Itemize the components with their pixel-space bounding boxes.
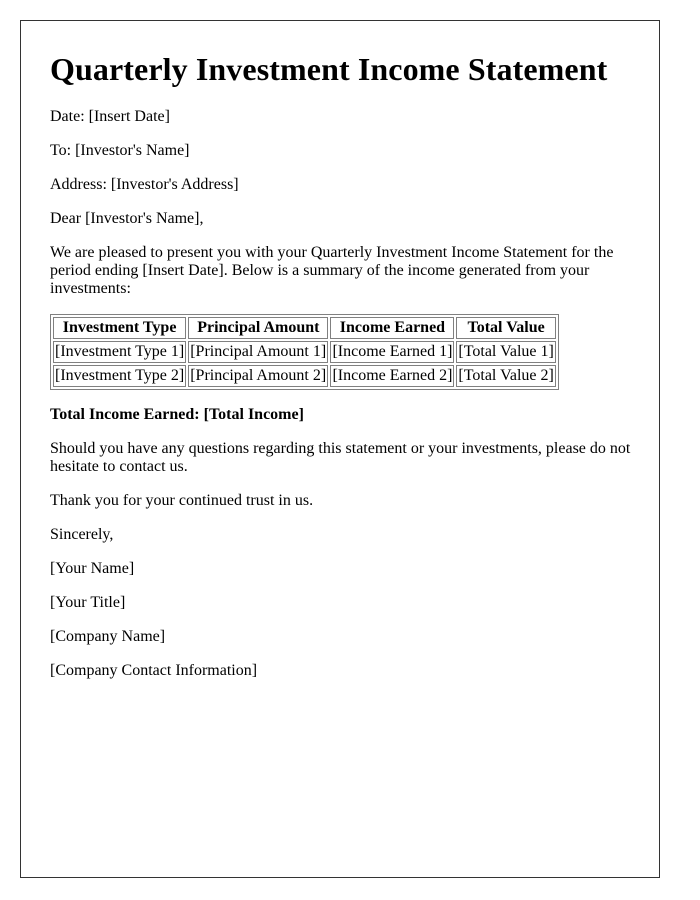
total-income-line: Total Income Earned: [Total Income] bbox=[50, 406, 304, 423]
column-header-total-value: Total Value bbox=[456, 317, 556, 339]
cell-total-value: [Total Value 2] bbox=[456, 365, 556, 387]
column-header-principal-amount: Principal Amount bbox=[188, 317, 329, 339]
letter-content: Quarterly Investment Income Statement Da… bbox=[50, 21, 639, 680]
cell-principal-amount: [Principal Amount 2] bbox=[188, 365, 329, 387]
closing: Sincerely, bbox=[50, 526, 114, 543]
intro-paragraph: We are pleased to present you with your … bbox=[50, 244, 614, 297]
column-header-income-earned: Income Earned bbox=[330, 317, 455, 339]
thanks-paragraph: Thank you for your continued trust in us… bbox=[50, 492, 314, 509]
cell-principal-amount: [Principal Amount 1] bbox=[188, 341, 329, 363]
page-title: Quarterly Investment Income Statement bbox=[50, 51, 608, 87]
table-row: [Investment Type 1] [Principal Amount 1]… bbox=[53, 341, 556, 363]
questions-paragraph: Should you have any questions regarding … bbox=[50, 440, 631, 475]
cell-income-earned: [Income Earned 2] bbox=[330, 365, 455, 387]
cell-investment-type: [Investment Type 1] bbox=[53, 341, 187, 363]
signature-contact: [Company Contact Information] bbox=[50, 662, 258, 679]
salutation: Dear [Investor's Name], bbox=[50, 210, 204, 227]
income-summary-table: Investment Type Principal Amount Income … bbox=[50, 314, 559, 390]
address-line: Address: [Investor's Address] bbox=[50, 176, 239, 193]
cell-investment-type: [Investment Type 2] bbox=[53, 365, 187, 387]
letter-page: Quarterly Investment Income Statement Da… bbox=[20, 20, 660, 878]
table-header-row: Investment Type Principal Amount Income … bbox=[53, 317, 556, 339]
signature-name: [Your Name] bbox=[50, 560, 135, 577]
cell-income-earned: [Income Earned 1] bbox=[330, 341, 455, 363]
signature-company: [Company Name] bbox=[50, 628, 166, 645]
recipient-line: To: [Investor's Name] bbox=[50, 142, 190, 159]
date-line: Date: [Insert Date] bbox=[50, 108, 170, 125]
cell-total-value: [Total Value 1] bbox=[456, 341, 556, 363]
table-row: [Investment Type 2] [Principal Amount 2]… bbox=[53, 365, 556, 387]
column-header-investment-type: Investment Type bbox=[53, 317, 187, 339]
signature-title: [Your Title] bbox=[50, 594, 126, 611]
